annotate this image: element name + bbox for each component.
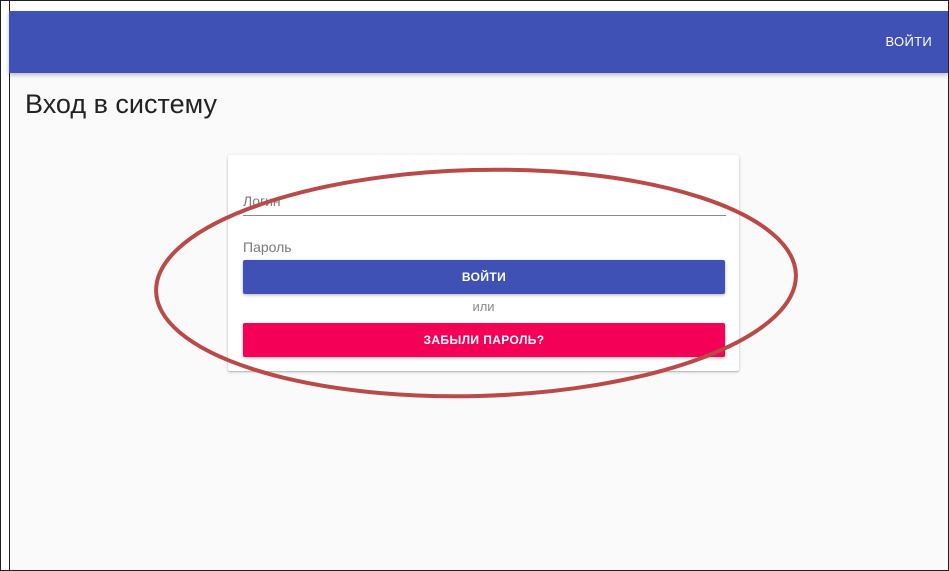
password-input[interactable] bbox=[243, 235, 730, 259]
forgot-password-button[interactable]: ЗАБЫЛИ ПАРОЛЬ? bbox=[243, 323, 725, 357]
top-margin bbox=[9, 1, 948, 11]
left-margin bbox=[1, 1, 10, 570]
login-field[interactable]: Логин bbox=[243, 189, 730, 217]
header-login-link[interactable]: ВОЙТИ bbox=[886, 34, 932, 49]
login-card: Логин Пароль ВОЙТИ или ЗАБЫЛИ ПАРОЛЬ? bbox=[228, 155, 739, 371]
login-button[interactable]: ВОЙТИ bbox=[243, 260, 725, 294]
or-separator: или bbox=[472, 299, 495, 314]
app-window: ВОЙТИ Вход в систему Логин Пароль ВОЙТИ … bbox=[0, 0, 949, 571]
login-input[interactable] bbox=[243, 189, 730, 217]
app-bar: ВОЙТИ bbox=[9, 11, 948, 73]
page-title: Вход в систему bbox=[25, 89, 217, 119]
password-field[interactable]: Пароль bbox=[243, 235, 730, 259]
